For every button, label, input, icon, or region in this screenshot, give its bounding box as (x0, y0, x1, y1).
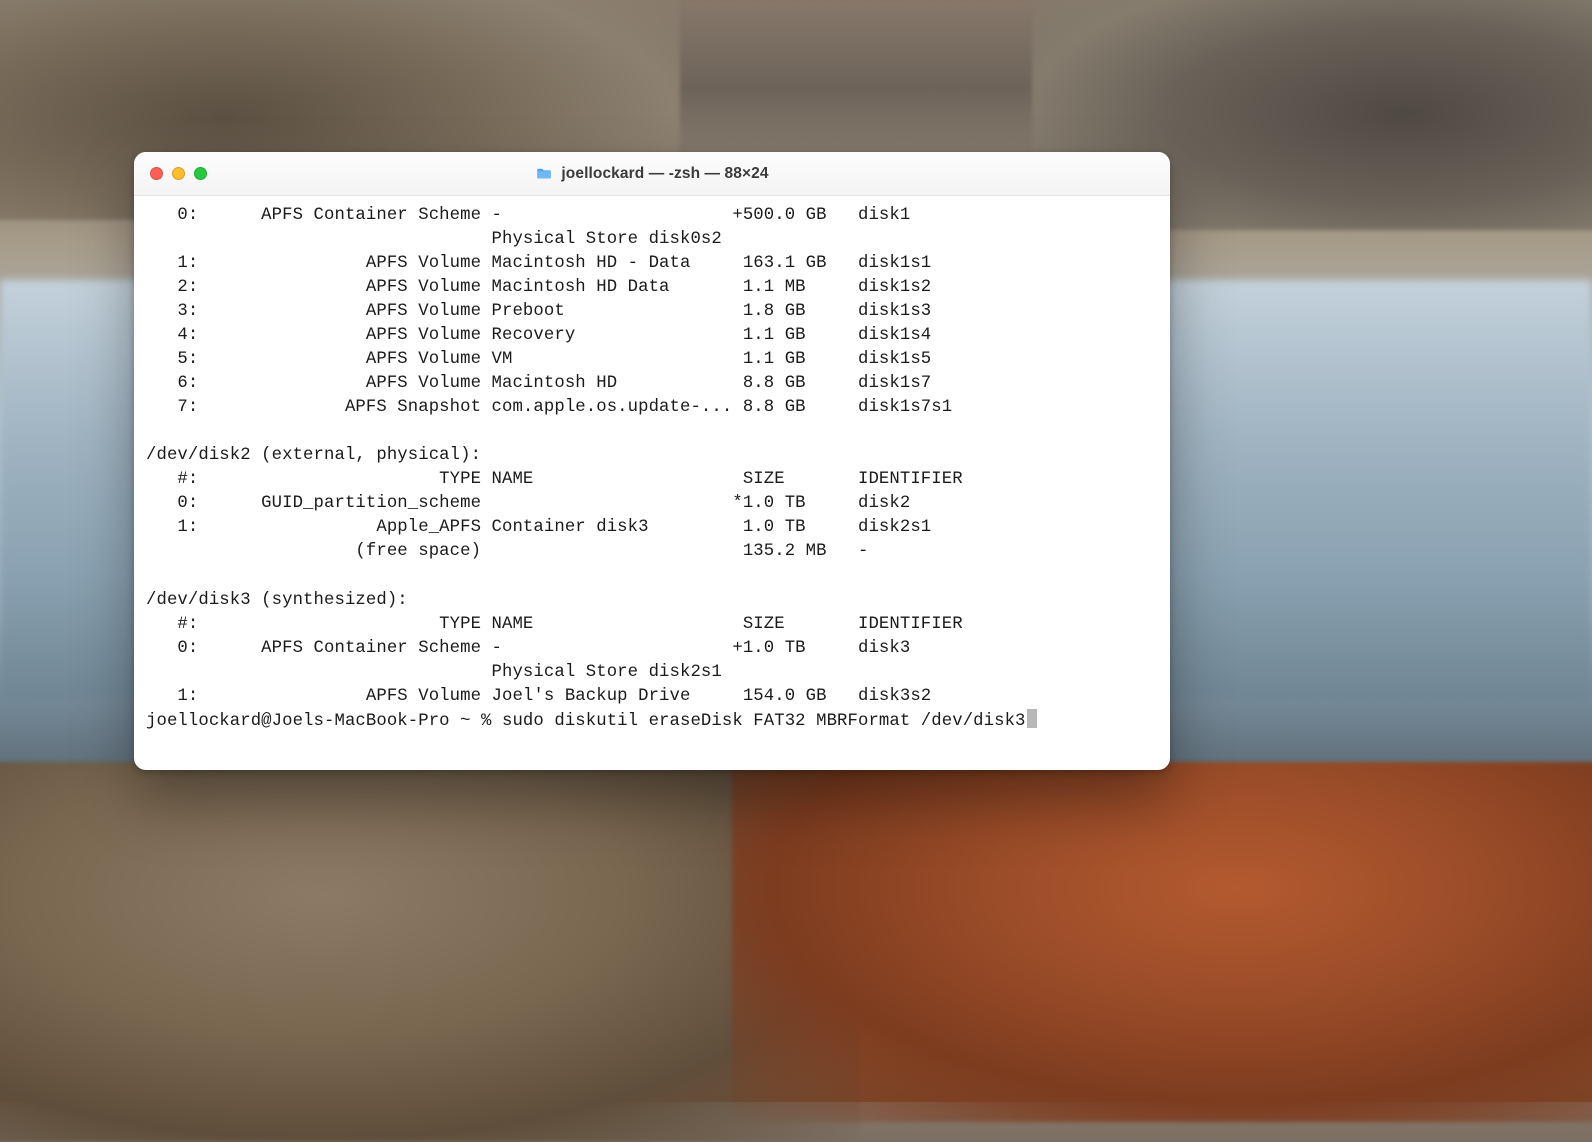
close-button[interactable] (150, 167, 163, 180)
minimize-button[interactable] (172, 167, 185, 180)
terminal-window: joellockard — -zsh — 88×24 0: APFS Conta… (134, 152, 1170, 770)
home-folder-icon (535, 165, 553, 183)
terminal-cursor (1027, 709, 1037, 728)
zoom-button[interactable] (194, 167, 207, 180)
window-titlebar[interactable]: joellockard — -zsh — 88×24 (134, 152, 1170, 196)
terminal-output[interactable]: 0: APFS Container Scheme - +500.0 GB dis… (146, 204, 1158, 734)
terminal-viewport[interactable]: 0: APFS Container Scheme - +500.0 GB dis… (134, 196, 1170, 770)
traffic-lights (134, 167, 207, 180)
window-title: joellockard — -zsh — 88×24 (561, 165, 768, 183)
